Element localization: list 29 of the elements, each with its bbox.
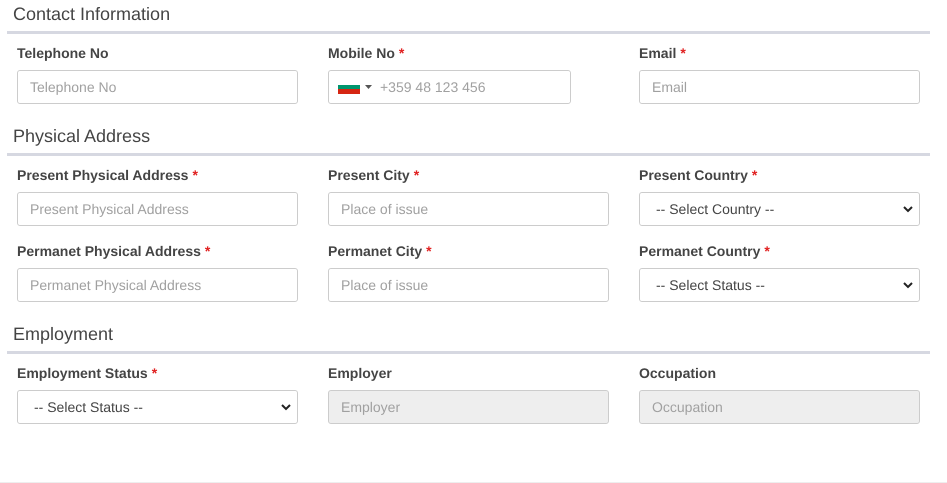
section-title: Physical Address: [12, 125, 152, 148]
select-field[interactable]: -- Select Country --: [639, 192, 920, 226]
chevron-down-icon: [903, 206, 913, 212]
input-field[interactable]: Present Physical Address: [17, 192, 298, 226]
section-title: Employment: [12, 323, 114, 346]
input-field[interactable]: Permanet Physical Address: [17, 268, 298, 302]
field-label: Employer: [328, 365, 393, 381]
input-field[interactable]: Email: [639, 70, 920, 104]
input-field[interactable]: Telephone No: [17, 70, 298, 104]
field-label: Permanet City *: [328, 243, 433, 259]
caret-icon[interactable]: [365, 85, 372, 89]
phone-field[interactable]: +359 48 123 456: [328, 70, 571, 104]
field-label: Present Physical Address *: [17, 167, 199, 183]
chevron-down-icon: [903, 282, 913, 288]
input-field[interactable]: Place of issue: [328, 268, 609, 302]
field-label: Permanet Country *: [639, 243, 771, 259]
field-label: Permanet Physical Address *: [17, 243, 212, 259]
field-label: Mobile No *: [328, 45, 406, 61]
input-field[interactable]: Place of issue: [328, 192, 609, 226]
field-label: Email *: [639, 45, 687, 61]
field-label: Occupation: [639, 365, 718, 381]
field-label: Present Country *: [639, 167, 758, 183]
field-label: Employment Status *: [17, 365, 158, 381]
field-label: Telephone No: [17, 45, 110, 61]
chevron-down-icon: [281, 404, 291, 410]
select-field[interactable]: -- Select Status --: [639, 268, 920, 302]
select-field[interactable]: -- Select Status --: [17, 390, 298, 424]
section-title: Contact Information: [12, 3, 172, 26]
field-label: Present City *: [328, 167, 420, 183]
